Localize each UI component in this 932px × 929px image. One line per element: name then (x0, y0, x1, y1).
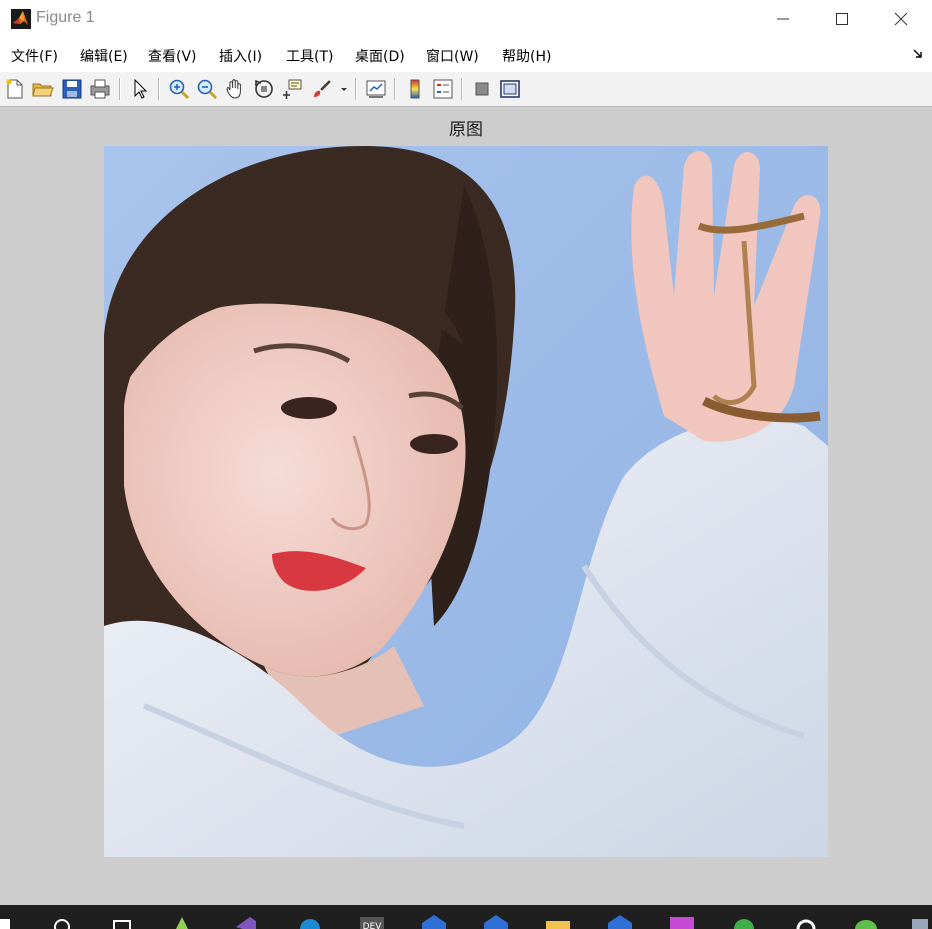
select-arrow-icon (134, 78, 148, 99)
legend-button[interactable] (431, 77, 455, 101)
task-view-icon[interactable] (108, 913, 136, 929)
menu-file[interactable]: 文件(F) (11, 46, 58, 66)
app-blue-icon[interactable] (420, 913, 448, 929)
search-icon[interactable] (48, 913, 76, 929)
paint-icon[interactable] (668, 913, 696, 929)
menu-bar: 文件(F) 编辑(E) 查看(V) 插入(I) 工具(T) 桌面(D) 窗口(W… (0, 38, 932, 73)
wechat-icon[interactable] (852, 913, 880, 929)
brush-icon (314, 80, 331, 97)
pan-hand-icon (226, 79, 241, 99)
settings-icon[interactable] (792, 913, 820, 929)
colorbar-button[interactable] (403, 77, 427, 101)
menu-help[interactable]: 帮助(H) (502, 46, 551, 66)
minimize-icon (777, 18, 789, 20)
app-more-icon[interactable] (904, 913, 932, 929)
rotate-3d-button[interactable] (252, 77, 276, 101)
brush-dropdown[interactable] (337, 77, 351, 101)
menu-window[interactable]: 窗口(W) (426, 46, 479, 66)
print-button[interactable] (88, 77, 112, 101)
toolbar-separator (394, 78, 396, 100)
dev-cpp-icon[interactable]: DEV (358, 913, 386, 929)
new-figure-button[interactable] (3, 77, 27, 101)
menu-edit[interactable]: 编辑(E) (80, 46, 128, 66)
rotate-3d-icon (255, 79, 273, 98)
legend-icon (433, 79, 453, 99)
hide-plot-tools-icon (475, 82, 489, 96)
toolbar-separator (355, 78, 357, 100)
edge-icon[interactable] (296, 913, 324, 929)
toolbar-separator (158, 78, 160, 100)
app-work-2-icon[interactable] (606, 913, 634, 929)
toolbar-separator (461, 78, 463, 100)
app-work-icon[interactable] (482, 913, 510, 929)
menu-tools[interactable]: 工具(T) (286, 46, 333, 66)
brush-button[interactable] (309, 77, 333, 101)
matlab-logo-icon (11, 9, 31, 29)
print-icon (90, 79, 110, 99)
window-title: Figure 1 (36, 9, 95, 26)
save-icon (62, 79, 82, 99)
maximize-icon (836, 13, 848, 25)
svg-text:DEV: DEV (363, 922, 383, 929)
close-button[interactable] (872, 0, 930, 38)
media-player-icon[interactable] (168, 913, 196, 929)
close-icon (894, 12, 908, 26)
figure-toolbar (0, 72, 932, 107)
data-cursor-button[interactable] (280, 77, 304, 101)
title-bar: Figure 1 (0, 0, 932, 39)
zoom-in-button[interactable] (167, 77, 191, 101)
file-explorer-icon[interactable] (544, 913, 572, 929)
axes-title: 原图 (449, 120, 483, 140)
open-file-button[interactable] (31, 77, 55, 101)
data-cursor-icon (283, 79, 302, 99)
dock-arrow-icon[interactable] (912, 48, 924, 60)
zoom-out-button[interactable] (195, 77, 219, 101)
select-button[interactable] (128, 77, 152, 101)
show-plot-tools-icon (500, 80, 520, 98)
open-file-icon (32, 83, 54, 97)
menu-insert[interactable]: 插入(I) (219, 46, 262, 66)
minimize-button[interactable] (754, 0, 812, 38)
green-app-icon[interactable] (730, 913, 758, 929)
zoom-in-icon (169, 79, 190, 100)
show-plot-tools-button[interactable] (498, 77, 522, 101)
new-figure-icon (6, 79, 23, 99)
maximize-button[interactable] (813, 0, 871, 38)
link-plot-icon (366, 80, 386, 98)
link-plot-button[interactable] (364, 77, 388, 101)
save-button[interactable] (60, 77, 84, 101)
visual-studio-icon[interactable] (232, 913, 260, 929)
zoom-out-icon (197, 79, 218, 100)
displayed-image (104, 146, 828, 857)
colorbar-icon (410, 79, 420, 99)
menu-desktop[interactable]: 桌面(D) (355, 46, 405, 66)
start-icon[interactable] (0, 913, 28, 929)
toolbar-separator (119, 78, 121, 100)
pan-button[interactable] (223, 77, 247, 101)
taskbar: DEV (0, 905, 932, 929)
hide-plot-tools-button[interactable] (470, 77, 494, 101)
chevron-down-icon (341, 88, 347, 91)
menu-view[interactable]: 查看(V) (148, 46, 197, 66)
